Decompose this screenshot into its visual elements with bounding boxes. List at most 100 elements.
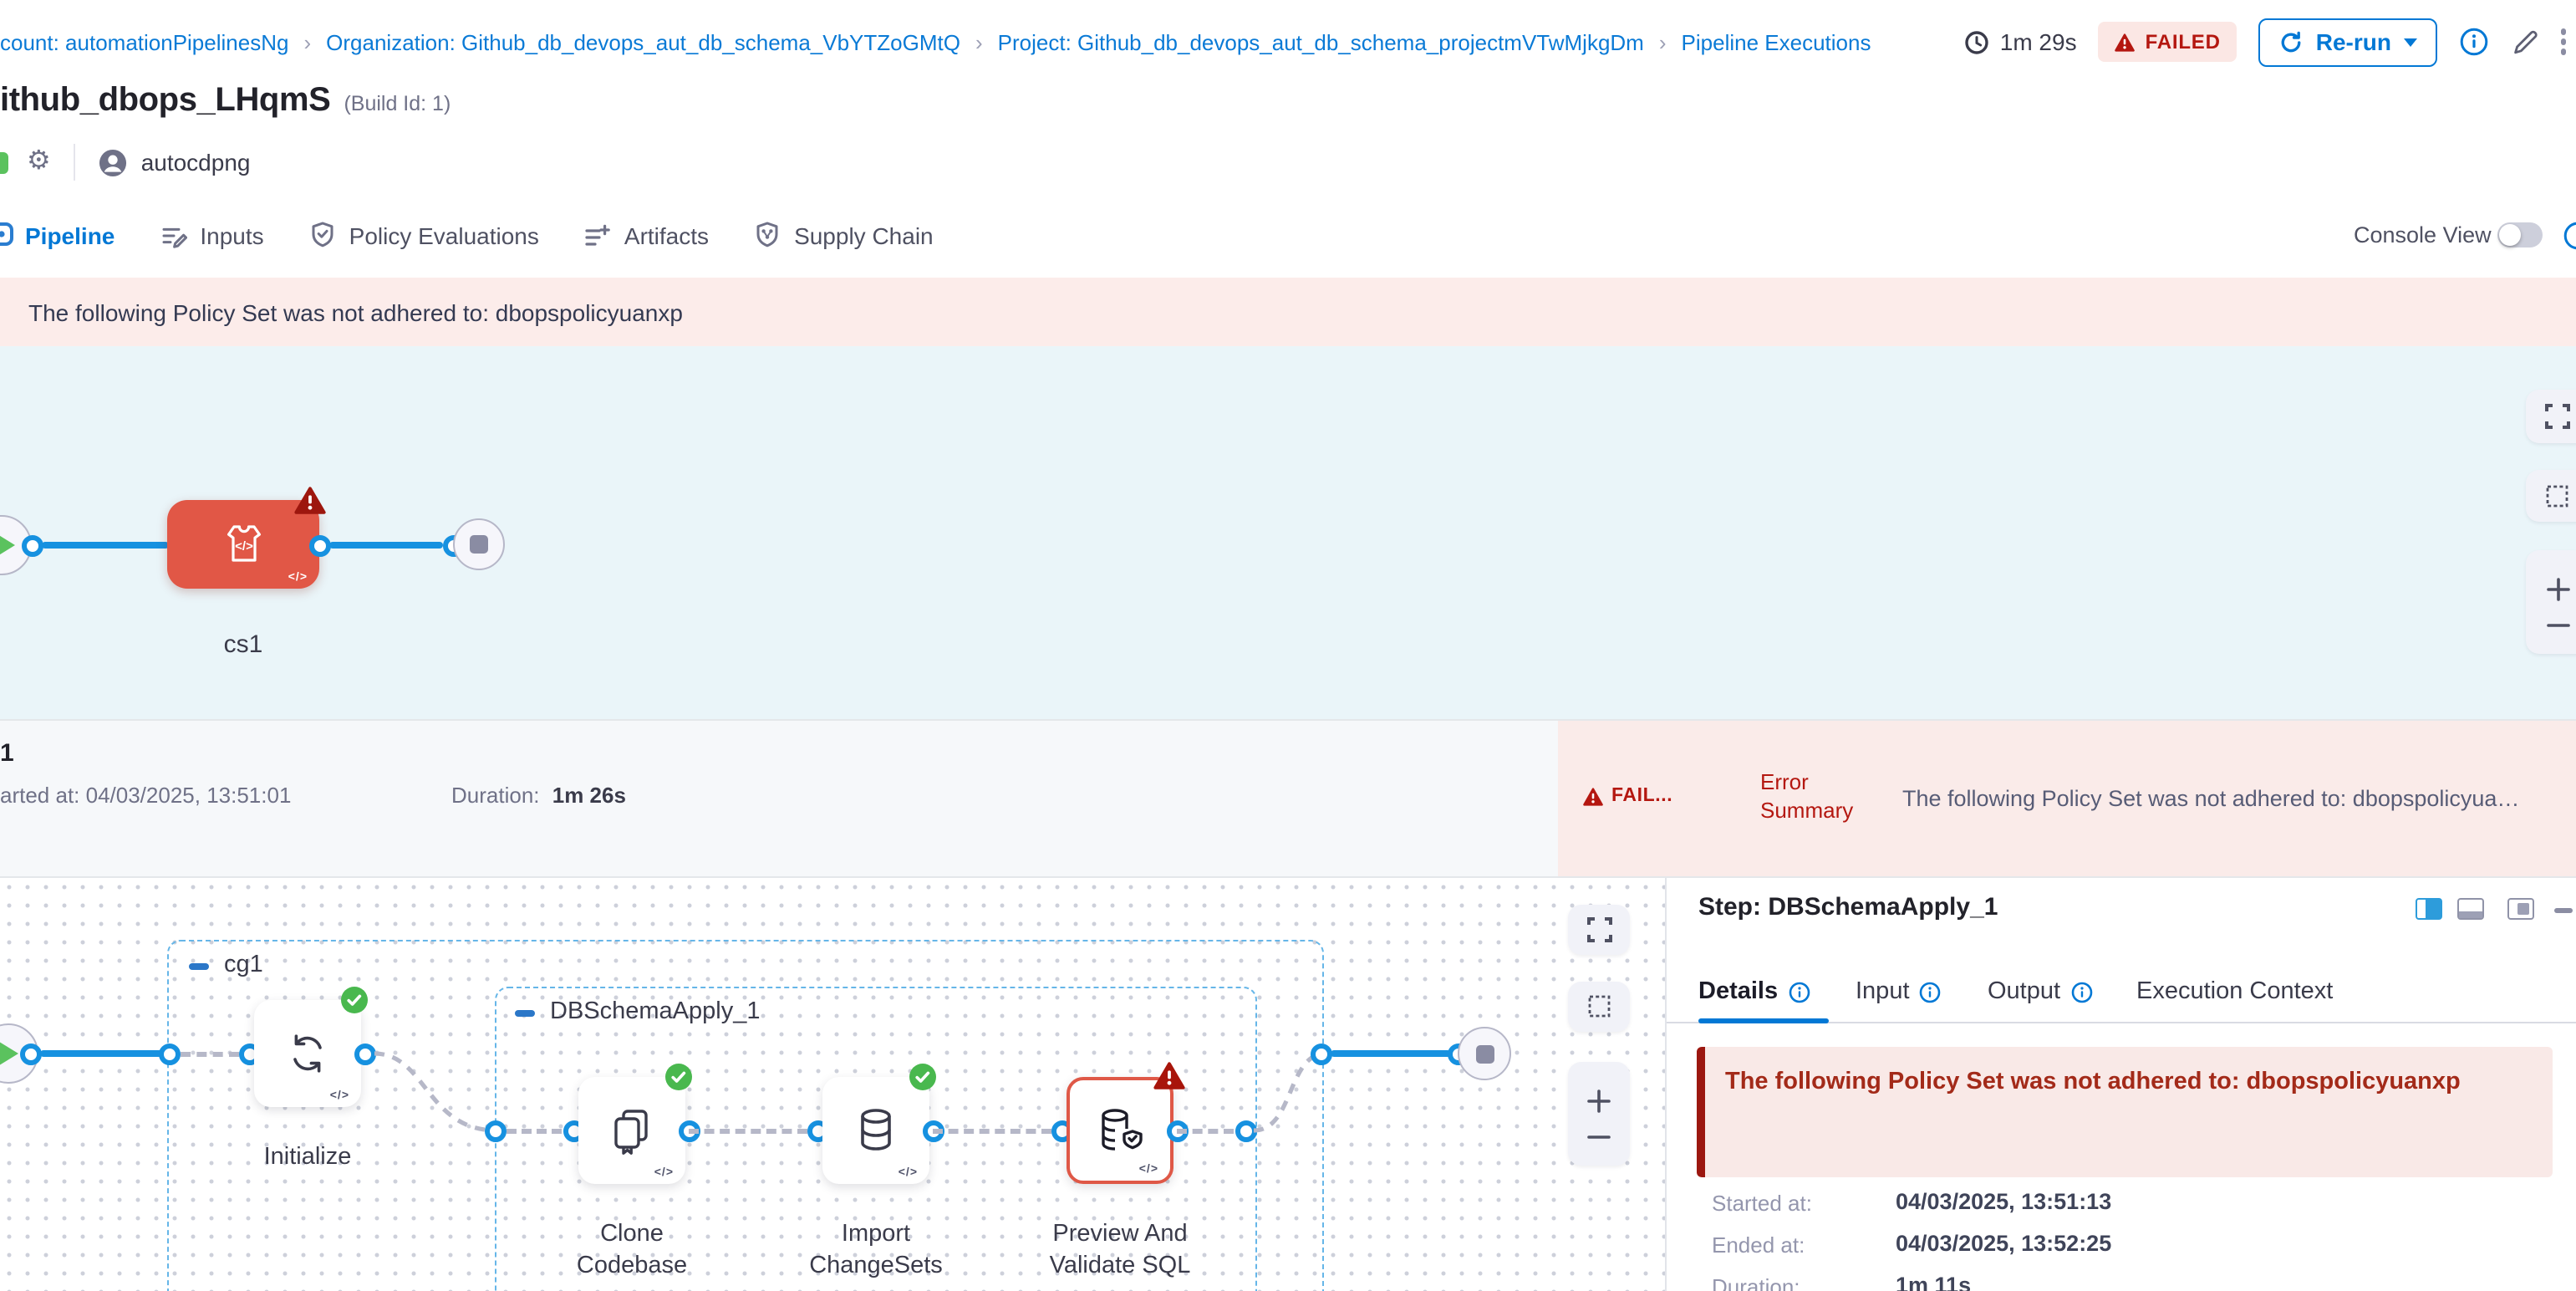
clock-icon <box>1965 29 1990 54</box>
layout-bottom-panel-icon[interactable] <box>2457 898 2484 920</box>
dashed-curve <box>369 1045 503 1142</box>
dashed-connector <box>1177 1128 1234 1133</box>
stage-started-at: arted at: 04/03/2025, 13:51:01 <box>0 783 291 808</box>
code-glyph: </> <box>288 572 308 584</box>
detail-value-ended: 04/03/2025, 13:52:25 <box>1896 1231 2111 1256</box>
breadcrumb-account[interactable]: count: automationPipelinesNg <box>0 29 288 54</box>
header-actions: 1m 29s FAILED Re-run <box>1965 0 2566 84</box>
panel-tab-input-label: Input <box>1856 978 1910 1005</box>
step-clone-codebase[interactable]: </> <box>578 1077 685 1184</box>
info-icon[interactable] <box>2070 981 2092 1003</box>
layout-floating-panel-icon[interactable] <box>2507 898 2534 920</box>
tab-supply-chain-label: Supply Chain <box>794 222 934 248</box>
breadcrumb-separator: › <box>975 29 983 54</box>
pipeline-tab-icon <box>0 221 15 247</box>
connector-port <box>484 1120 506 1141</box>
codebase-icon <box>607 1105 657 1156</box>
error-summary-heading: Error Summary <box>1760 769 1861 824</box>
zoom-in-button[interactable] <box>2545 576 2570 601</box>
zoom-out-button[interactable] <box>2545 621 2570 628</box>
tab-supply-chain[interactable]: Supply Chain <box>754 221 934 249</box>
gear-icon[interactable]: ⚙ <box>27 149 51 176</box>
dashed-connector <box>507 1128 562 1133</box>
execution-duration: 1m 29s <box>1965 28 2077 55</box>
supply-chain-shield-icon <box>754 221 781 249</box>
step-label-clone-codebase: Clone Codebase <box>542 1219 722 1283</box>
step-details-panel: Step: DBSchemaApply_1 Details Input Outp… <box>1667 878 2576 1291</box>
detail-label-started: Started at: <box>1712 1191 1812 1216</box>
failed-warning-badge <box>1153 1062 1185 1090</box>
panel-tab-details[interactable]: Details <box>1698 978 1810 1005</box>
detail-value-started: 04/03/2025, 13:51:13 <box>1896 1189 2111 1214</box>
breadcrumb-project[interactable]: Project: Github_db_devops_aut_db_schema_… <box>998 29 1644 54</box>
tab-policy-evaluations[interactable]: Policy Evaluations <box>309 221 539 249</box>
dashed-connector <box>689 1128 807 1133</box>
error-summary-message: The following Policy Set was not adhered… <box>1902 786 2571 811</box>
info-icon[interactable] <box>1920 981 1942 1003</box>
info-icon[interactable] <box>2458 27 2488 57</box>
play-icon <box>0 532 15 559</box>
status-text: FAILED <box>2146 30 2221 54</box>
marquee-select-button[interactable] <box>1568 982 1630 1032</box>
user-avatar-icon <box>99 148 128 176</box>
console-view-label: Console View <box>2354 222 2492 247</box>
step-group-cg1-header: cg1 <box>189 952 263 978</box>
code-glyph: </> <box>330 1090 349 1102</box>
success-check-badge <box>665 1064 692 1090</box>
fullscreen-button[interactable] <box>2526 390 2576 443</box>
zoom-out-button[interactable] <box>1586 1133 1611 1140</box>
panel-tab-output[interactable]: Output <box>1988 978 2092 1005</box>
step-error-box: The following Policy Set was not adhered… <box>1697 1047 2553 1177</box>
breadcrumb-organization[interactable]: Organization: Github_db_devops_aut_db_sc… <box>326 29 960 54</box>
refresh-icon <box>2279 29 2304 54</box>
code-glyph: </> <box>1139 1164 1158 1176</box>
execution-canvas[interactable]: cg1 </> Initialize DBSchemaApply_1 <box>0 878 1665 1291</box>
step-initialize[interactable]: </> <box>254 1000 361 1107</box>
collapse-icon[interactable] <box>189 963 209 969</box>
pipeline-canvas[interactable]: </> </> cs1 <box>0 346 2576 719</box>
dashed-connector <box>933 1128 1051 1133</box>
edit-pencil-icon[interactable] <box>2510 28 2538 56</box>
policy-violation-banner: The following Policy Set was not adhered… <box>0 278 2576 346</box>
status-badge: FAILED <box>2099 22 2237 62</box>
status-strip <box>0 151 8 173</box>
collapse-icon[interactable] <box>515 1010 535 1016</box>
duration-text: 1m 29s <box>2000 28 2077 55</box>
breadcrumb-separator: › <box>303 29 311 54</box>
tab-artifacts[interactable]: Artifacts <box>584 222 709 248</box>
stage-node-label: cs1 <box>167 630 319 659</box>
panel-tab-input[interactable]: Input <box>1856 978 1942 1005</box>
info-icon[interactable] <box>2563 220 2576 250</box>
step-group-dbschemaapply-header: DBSchemaApply_1 <box>515 998 761 1025</box>
tab-inputs[interactable]: Inputs <box>160 222 263 248</box>
breadcrumb: count: automationPipelinesNg › Organizat… <box>0 0 1871 84</box>
tab-pipeline-label: Pipeline <box>25 222 115 248</box>
connector-port <box>1310 1043 1331 1064</box>
step-preview-validate-sql[interactable]: </> <box>1067 1077 1173 1184</box>
panel-tab-execution-context[interactable]: Execution Context <box>2136 978 2333 1005</box>
pipeline-name: ithub_dbops_LHqmS <box>0 82 330 120</box>
kebab-menu-icon[interactable] <box>2560 25 2566 59</box>
zoom-in-button[interactable] <box>1586 1088 1611 1113</box>
stage-duration: Duration: 1m 26s <box>451 783 626 808</box>
marquee-select-button[interactable] <box>2526 470 2576 522</box>
detail-label-ended: Ended at: <box>1712 1232 1805 1258</box>
breadcrumb-pipeline-executions[interactable]: Pipeline Executions <box>1682 29 1871 54</box>
collapse-panel-icon[interactable] <box>2554 908 2573 913</box>
info-icon[interactable] <box>1788 981 1810 1003</box>
layout-right-panel-icon[interactable] <box>2416 898 2442 920</box>
build-id: (Build Id: 1) <box>344 92 451 115</box>
stage-summary-bar: 1 arted at: 04/03/2025, 13:51:01 Duratio… <box>0 719 2576 878</box>
console-view-toggle[interactable] <box>2497 222 2543 247</box>
step-label-preview-validate-sql: Preview And Validate SQL <box>1013 1219 1227 1283</box>
duration-value: 1m 26s <box>552 783 626 808</box>
rerun-button[interactable]: Re-run <box>2259 18 2436 66</box>
tab-pipeline[interactable]: Pipeline <box>25 222 115 248</box>
step-import-changesets[interactable]: </> <box>822 1077 929 1184</box>
sync-icon <box>284 1030 331 1077</box>
fullscreen-button[interactable] <box>1568 905 1630 955</box>
tab-policy-evaluations-label: Policy Evaluations <box>349 222 539 248</box>
connector-line <box>40 1050 169 1056</box>
connector-port <box>158 1043 180 1064</box>
fail-chip-label: FAIL... <box>1611 786 1672 806</box>
